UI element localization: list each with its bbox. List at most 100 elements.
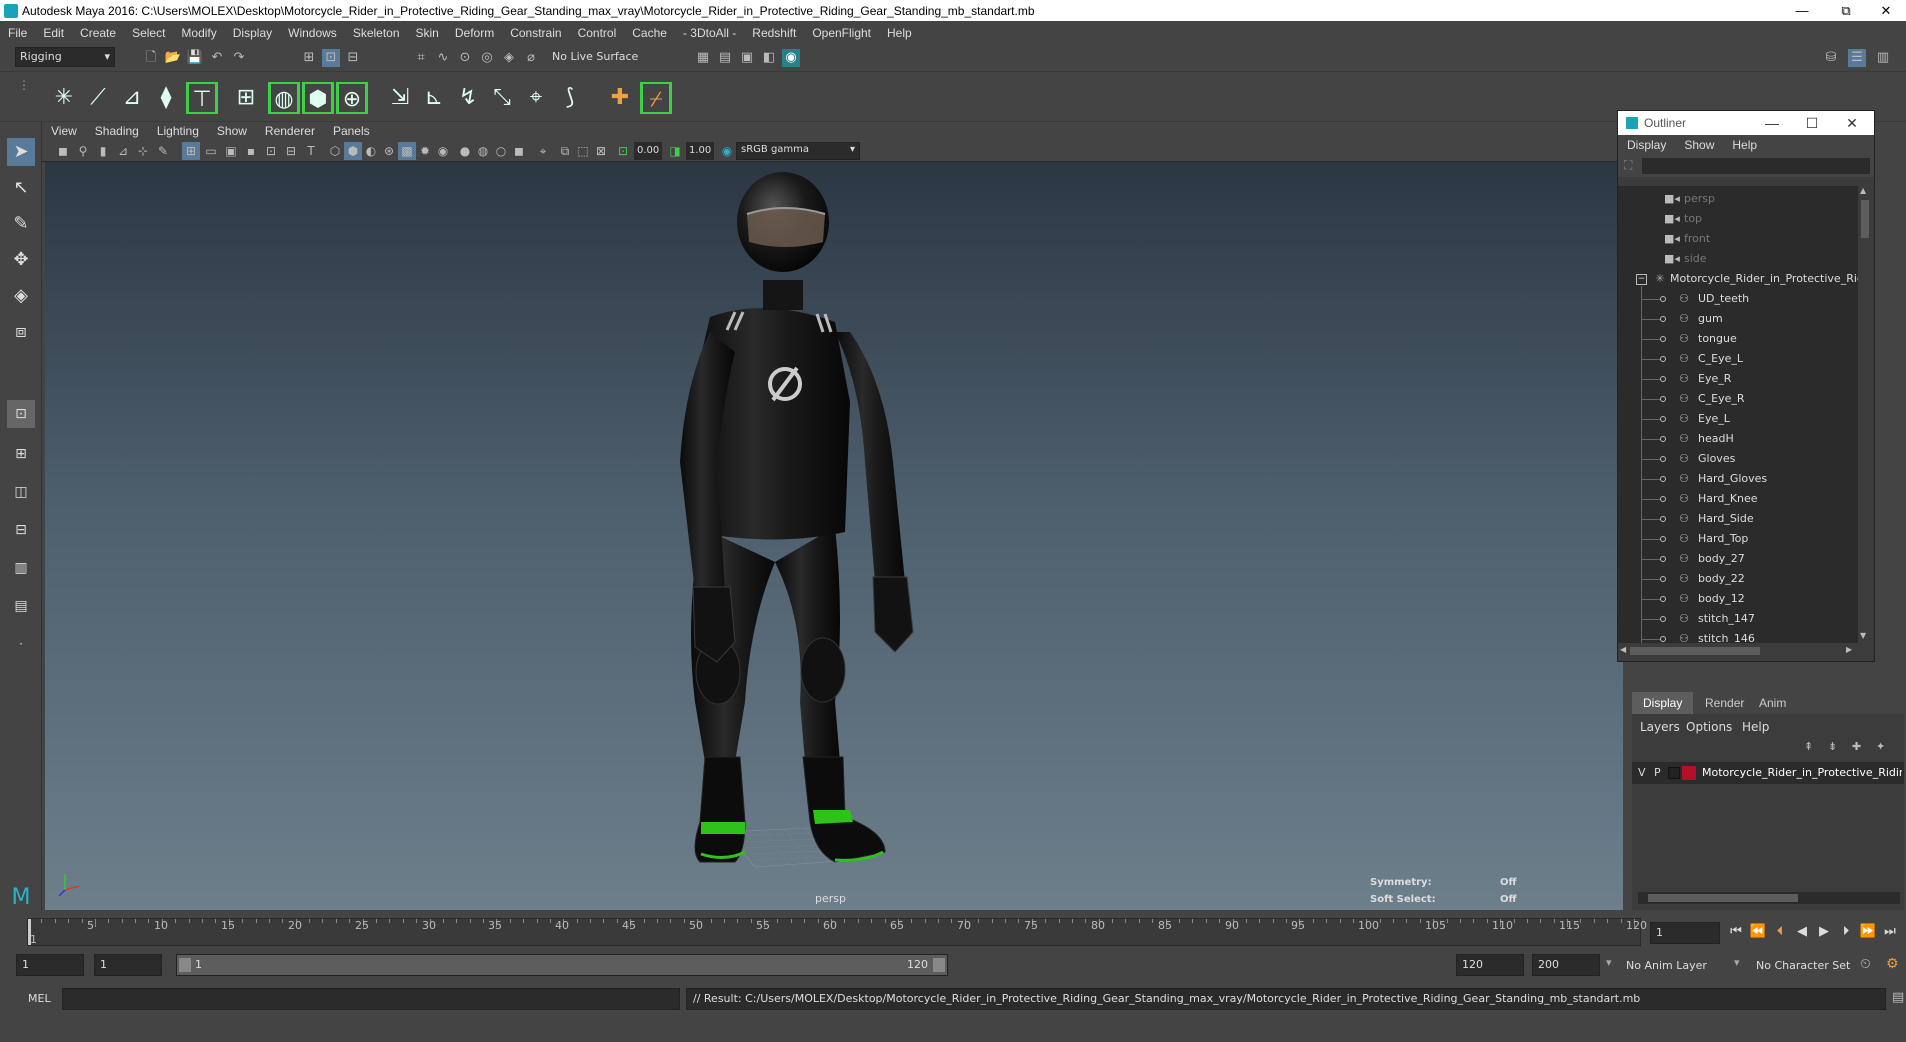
outliner-maximize-button[interactable]: ☐ [1792,111,1832,135]
layer-row[interactable]: V P Motorcycle_Rider_in_Protective_Ridir [1632,762,1904,784]
save-scene-icon[interactable]: 💾 [186,49,204,67]
snap-view-icon[interactable]: ◎ [478,49,496,67]
current-frame-field[interactable]: 1 [1650,922,1720,944]
script-editor-icon[interactable]: ▤ [1892,990,1904,1005]
scale-tool-icon[interactable]: ⧈ [7,318,35,346]
snap-surface-icon[interactable]: ◈ [500,49,518,67]
use-default-material-icon[interactable]: ◐ [362,142,380,160]
current-time-marker[interactable] [28,919,31,945]
menu-openflight[interactable]: OpenFlight [804,26,879,40]
play-backwards-icon[interactable]: ◀ [1792,922,1812,942]
redo-icon[interactable]: ↷ [230,49,248,67]
resolution-gate-icon[interactable]: ▣ [222,142,240,160]
point-constraint-icon[interactable]: ⊾ [418,82,450,114]
animation-start-field[interactable]: 1 [16,954,84,976]
outliner-menu-display[interactable]: Display [1618,138,1675,152]
script-language-toggle[interactable]: MEL [28,992,51,1005]
outliner-menu-show[interactable]: Show [1675,138,1723,152]
scroll-down-icon[interactable]: ▼ [1860,631,1866,640]
wireframe-icon[interactable]: ⬡ [326,142,344,160]
move-tool-icon[interactable]: ✥ [7,246,35,274]
step-forward-icon[interactable]: ⏩ [1858,922,1878,942]
scroll-left-icon[interactable]: ◀ [1620,645,1626,654]
layers-help-menu[interactable]: Help [1742,720,1769,734]
layer-name[interactable]: Motorcycle_Rider_in_Protective_Ridir [1702,766,1902,779]
menu-create[interactable]: Create [72,26,124,40]
snap-curve-icon[interactable]: ∿ [434,49,452,67]
menu-file[interactable]: File [0,26,35,40]
open-scene-icon[interactable]: 📂 [164,49,182,67]
render-frame-icon[interactable]: ▦ [694,49,712,67]
motion-blur-icon[interactable]: ◍ [474,142,492,160]
vp-menu-panels[interactable]: Panels [324,124,379,138]
layer-color-swatch[interactable] [1682,766,1696,780]
list-item[interactable]: ■◂ persp [1618,189,1858,209]
exposure-field[interactable]: 0.00 [634,142,662,160]
depth-of-field-icon[interactable]: ◼ [510,142,528,160]
list-item[interactable]: ⚇ Gloves [1618,449,1858,469]
hypershade-layout-icon[interactable]: ▤ [7,592,35,620]
color-space-dropdown[interactable]: sRGB gamma ▾ [736,142,860,160]
smooth-shade-icon[interactable]: ⬢ [344,142,362,160]
list-item[interactable]: ⚇ Hard_Knee [1618,489,1858,509]
select-object-icon[interactable]: ⊡ [322,49,340,67]
menu-3dtoall[interactable]: - 3DtoAll - [675,26,744,40]
menu-select[interactable]: Select [124,26,173,40]
textured-icon[interactable]: ▩ [398,142,416,160]
list-item[interactable]: ■◂ top [1618,209,1858,229]
list-item[interactable]: ⚇ Eye_R [1618,369,1858,389]
modeling-toolkit-icon[interactable]: ⛁ [1822,49,1840,67]
wire-icon[interactable]: ⊕ [336,82,368,114]
layers-menu[interactable]: Layers [1640,720,1680,734]
scroll-up-icon[interactable]: ▲ [1860,186,1866,195]
list-item[interactable]: ⚇ C_Eye_L [1618,349,1858,369]
attribute-editor-icon[interactable]: ☰ [1848,49,1866,67]
outliner-search-input[interactable] [1642,158,1870,174]
wireframe-on-shaded-icon[interactable]: ⊛ [380,142,398,160]
hypershade-icon[interactable]: ◧ [760,49,778,67]
range-bar[interactable]: 1 120 [176,954,948,976]
go-to-start-icon[interactable]: ⏮ [1726,922,1746,942]
list-item[interactable]: ■◂ side [1618,249,1858,269]
menu-modify[interactable]: Modify [173,26,224,40]
list-item[interactable]: ⚇ Eye_L [1618,409,1858,429]
snap-grid-icon[interactable]: ⌗ [412,49,430,67]
list-item[interactable]: ⚇ body_12 [1618,589,1858,609]
new-scene-icon[interactable]: 🗋 [142,49,160,67]
toolbox-more-icon[interactable]: · [7,630,35,658]
go-to-end-icon[interactable]: ⏭ [1880,922,1900,942]
list-item[interactable]: ⚇ body_22 [1618,569,1858,589]
wrap-icon[interactable]: ⬢ [302,82,334,114]
outliner-close-button[interactable]: ✕ [1832,111,1872,135]
color-management-icon[interactable]: ◉ [718,142,736,160]
field-chart-icon[interactable]: ⊡ [262,142,280,160]
menu-skeleton[interactable]: Skeleton [345,26,408,40]
list-item[interactable]: − ✳ Motorcycle_Rider_in_Protective_Rid [1618,269,1858,289]
perspective-viewport[interactable]: persp Symmetry: Off Soft Select: Off [45,162,1623,910]
image-plane-icon[interactable]: ⊿ [114,142,132,160]
list-item[interactable]: ⚇ Hard_Gloves [1618,469,1858,489]
layer-scroll-thumb[interactable] [1648,894,1798,902]
exposure-icon[interactable]: ⊡ [614,142,632,160]
mirror-joint-icon[interactable]: ⧫ [150,82,182,114]
orient-joint-icon[interactable]: ⊤ [186,82,218,114]
time-ruler[interactable]: 1 5 10 15 20 25 30 35 40 45 50 55 60 65 70 75 80 85 90 95 1… [27,918,1647,946]
play-forwards-icon[interactable]: ▶ [1814,922,1834,942]
tool-settings-icon[interactable]: ▥ [1874,49,1892,67]
menu-deform[interactable]: Deform [447,26,502,40]
minimize-button[interactable]: — [1782,0,1822,21]
isolate-select-icon[interactable]: ⌖ [534,142,552,160]
gamma-field[interactable]: 1.00 [686,142,714,160]
layer-display-type[interactable] [1668,767,1680,779]
list-item[interactable]: ⚇ stitch_147 [1618,609,1858,629]
aim-constraint-icon[interactable]: ↯ [452,82,484,114]
collapse-toggle-icon[interactable]: − [1636,274,1647,285]
two-pane-layout-icon[interactable]: ◫ [7,478,35,506]
bind-skin-icon[interactable]: ⇲ [384,82,416,114]
list-item[interactable]: ⚇ stitch_146 [1618,629,1858,643]
outliner-horizontal-scrollbar[interactable]: ◀ ▶ [1618,643,1858,659]
2d-pan-zoom-icon[interactable]: ⊹ [134,142,152,160]
menu-cache[interactable]: Cache [624,26,675,40]
joint-tool-icon[interactable]: ✳ [48,82,80,114]
select-hierarchy-icon[interactable]: ⊞ [300,49,318,67]
